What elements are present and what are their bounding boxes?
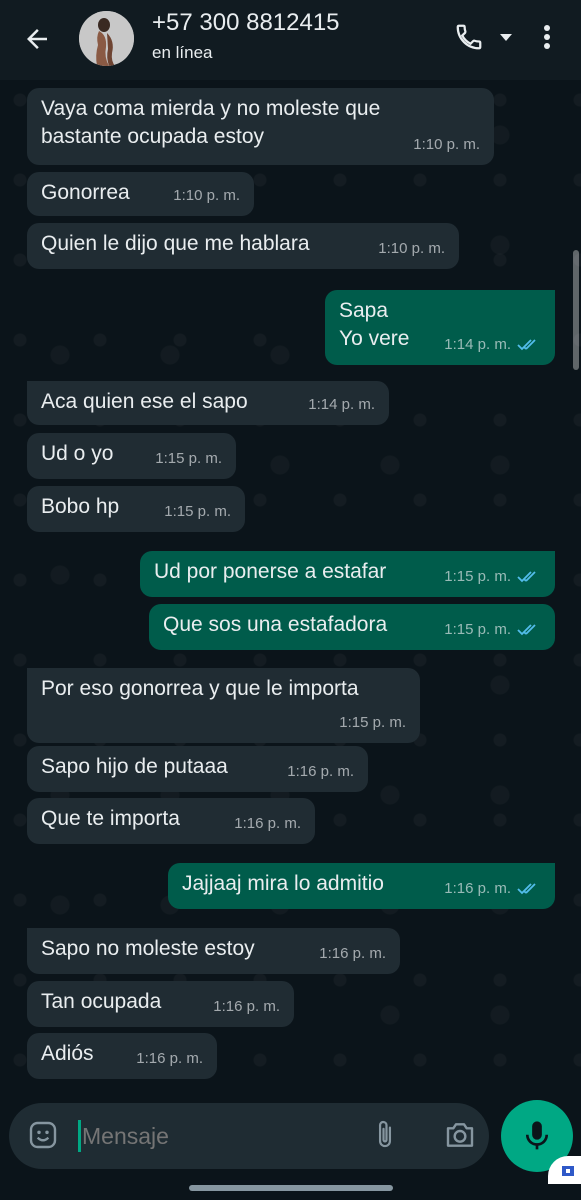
double-check-icon	[517, 624, 536, 636]
incoming-message[interactable]: Sapo no moleste estoy 1:16 p. m.	[27, 928, 400, 974]
mic-icon	[525, 1121, 549, 1150]
outgoing-message[interactable]: Sapa Yo vere 1:14 p. m.	[325, 290, 555, 365]
corner-badge	[548, 1156, 581, 1184]
incoming-message[interactable]: Tan ocupada 1:16 p. m.	[27, 981, 294, 1027]
message-time: 1:10 p. m.	[413, 136, 480, 153]
message-time: 1:16 p. m.	[213, 998, 280, 1015]
contact-name[interactable]: +57 300 8812415	[152, 9, 340, 37]
message-time: 1:15 p. m.	[444, 621, 511, 638]
incoming-message[interactable]: Por eso gonorrea y que le importa 1:15 p…	[27, 668, 420, 743]
paperclip-icon[interactable]	[370, 1118, 400, 1152]
message-time: 1:15 p. m.	[155, 450, 222, 467]
incoming-message[interactable]: Aca quien ese el sapo 1:14 p. m.	[27, 381, 389, 425]
home-indicator[interactable]	[189, 1185, 393, 1191]
double-check-icon	[517, 883, 536, 895]
double-check-icon	[517, 571, 536, 583]
message-time: 1:14 p. m.	[308, 396, 375, 413]
text-cursor	[78, 1120, 81, 1152]
emoji-icon[interactable]	[26, 1118, 60, 1152]
message-text: Sapa	[339, 299, 389, 322]
message-time: 1:15 p. m.	[164, 503, 231, 520]
contact-status: en línea	[152, 43, 213, 62]
message-time: 1:16 p. m.	[234, 815, 301, 832]
incoming-message[interactable]: Sapo hijo de putaaa 1:16 p. m.	[27, 746, 368, 792]
scrollbar[interactable]	[573, 250, 579, 370]
chat-area[interactable]: Vaya coma mierda y no moleste que bastan…	[0, 80, 581, 1100]
message-time: 1:15 p. m.	[444, 568, 511, 585]
message-time: 1:16 p. m.	[136, 1050, 203, 1067]
camera-icon[interactable]	[443, 1118, 477, 1152]
message-time: 1:16 p. m.	[444, 880, 511, 897]
message-time: 1:10 p. m.	[173, 187, 240, 204]
incoming-message[interactable]: Que te importa 1:16 p. m.	[27, 798, 315, 844]
incoming-message[interactable]: Ud o yo 1:15 p. m.	[27, 433, 236, 479]
more-vert-icon[interactable]	[536, 20, 558, 54]
message-time: 1:16 p. m.	[287, 763, 354, 780]
incoming-message[interactable]: Quien le dijo que me hablara 1:10 p. m.	[27, 223, 459, 269]
incoming-message[interactable]: Adiós 1:16 p. m.	[27, 1033, 217, 1079]
outgoing-message[interactable]: Jajjaaj mira lo admitio 1:16 p. m.	[168, 863, 555, 909]
incoming-message[interactable]: Vaya coma mierda y no moleste que bastan…	[27, 88, 494, 165]
message-input[interactable]	[82, 1120, 352, 1152]
avatar[interactable]	[79, 11, 134, 66]
message-time: 1:10 p. m.	[378, 240, 445, 257]
chevron-down-icon[interactable]	[496, 28, 516, 48]
message-text: Por eso gonorrea y que le importa	[41, 677, 359, 700]
back-arrow-icon[interactable]	[20, 22, 54, 56]
double-check-icon	[517, 339, 536, 351]
chat-header: +57 300 8812415 en línea	[0, 0, 581, 80]
incoming-message[interactable]: Gonorrea 1:10 p. m.	[27, 172, 254, 216]
outgoing-message[interactable]: Que sos una estafadora 1:15 p. m.	[149, 604, 555, 650]
outgoing-message[interactable]: Ud por ponerse a estafar 1:15 p. m.	[140, 551, 555, 597]
message-time: 1:15 p. m.	[339, 714, 406, 731]
message-time: 1:16 p. m.	[319, 945, 386, 962]
message-time: 1:14 p. m.	[444, 336, 511, 353]
message-text: Vaya coma mierda y no moleste que	[41, 97, 381, 120]
phone-icon[interactable]	[452, 20, 486, 54]
incoming-message[interactable]: Bobo hp 1:15 p. m.	[27, 486, 245, 532]
